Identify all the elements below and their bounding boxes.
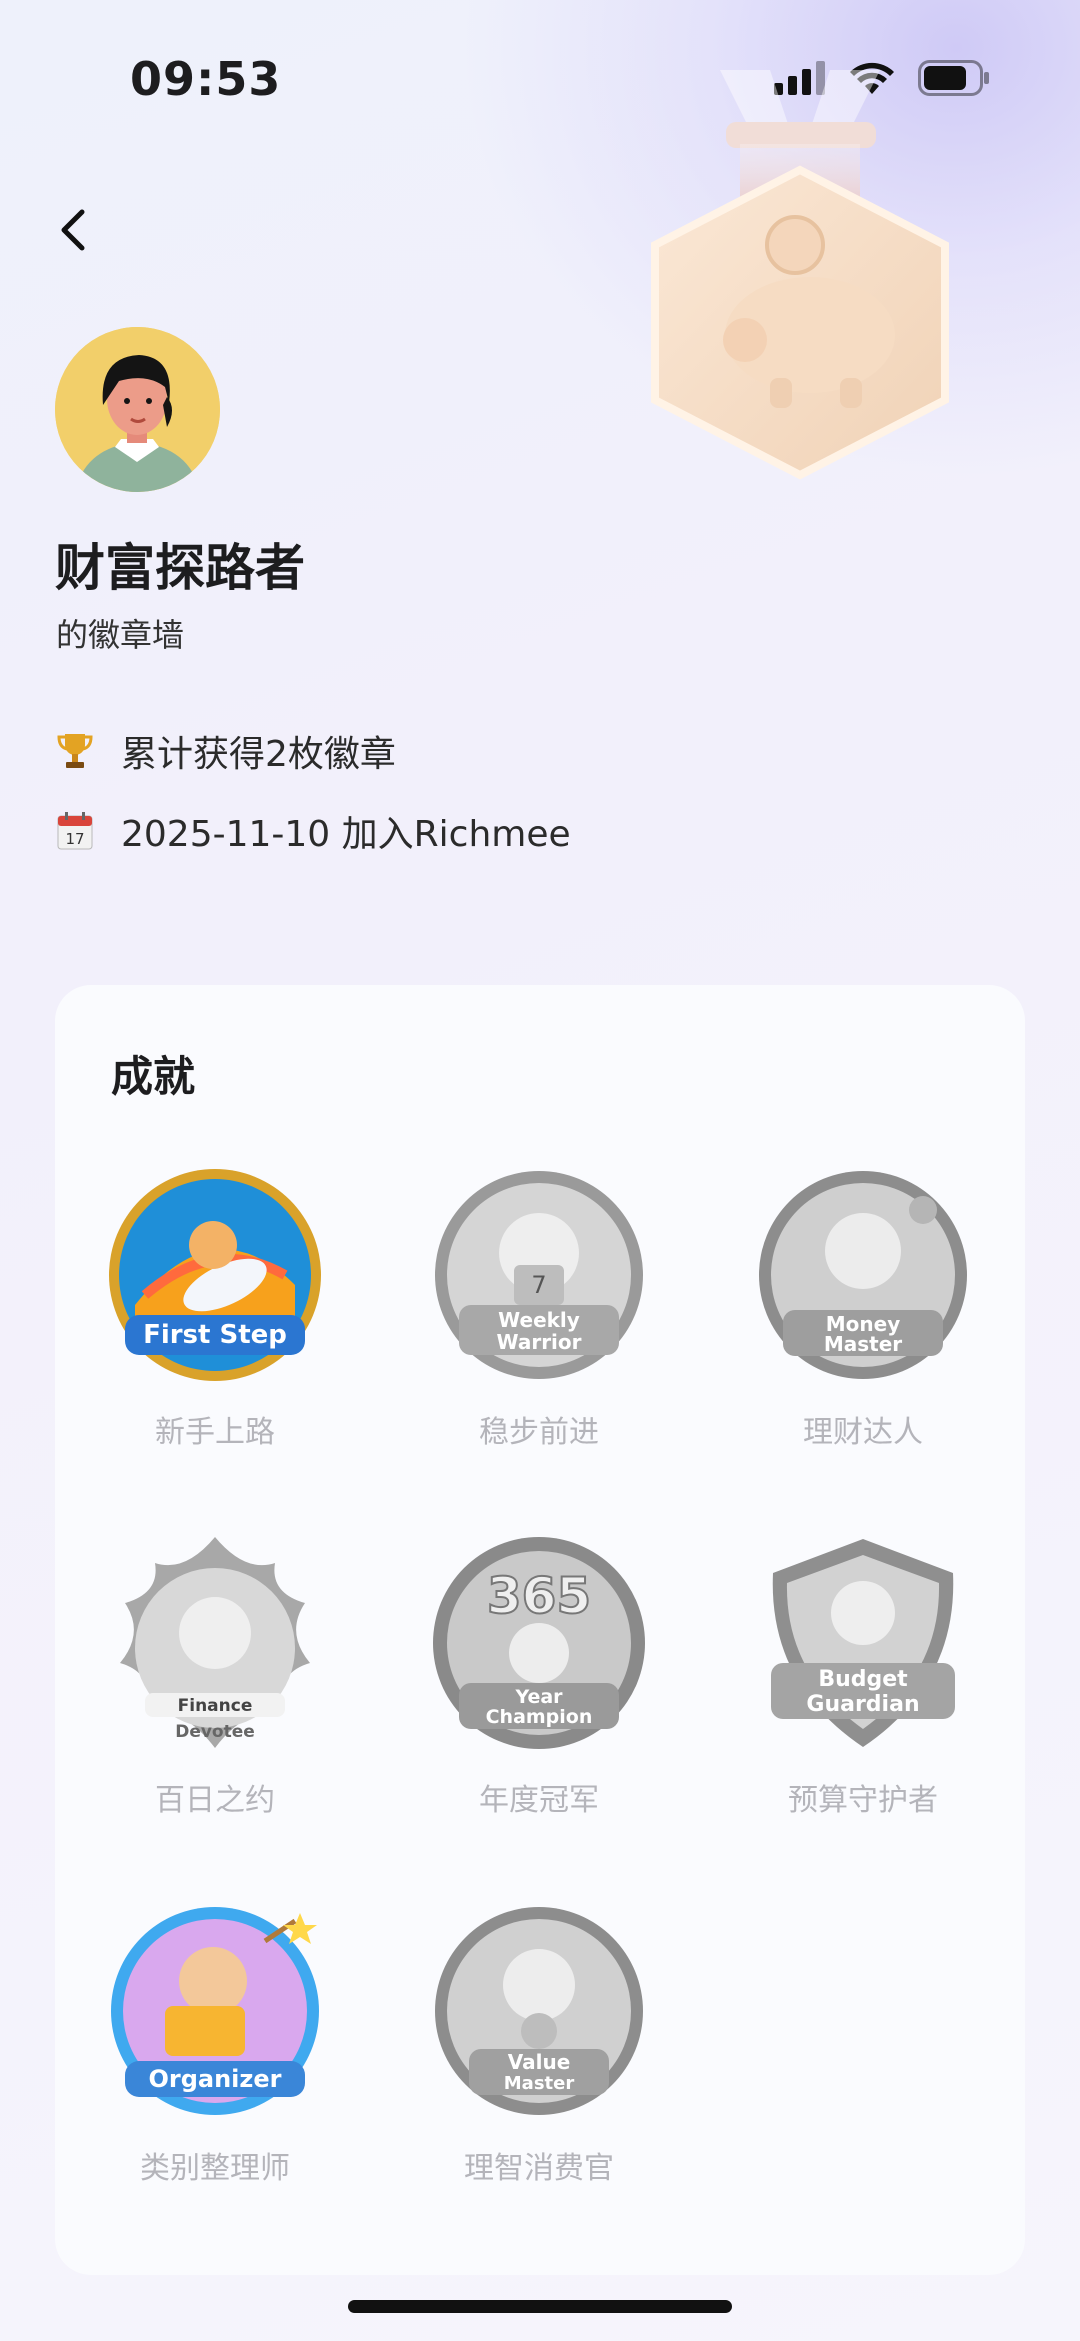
badge-finance-devotee[interactable]: Finance Devotee 百日之约 — [95, 1533, 335, 1819]
badge-weekly-warrior-image: 7 Weekly Warrior — [429, 1165, 649, 1385]
badge-finance-devotee-image: Finance Devotee — [105, 1533, 325, 1753]
svg-text:7: 7 — [531, 1271, 546, 1299]
badge-year-champion-image: 365 Year Champion — [429, 1533, 649, 1753]
badge-count-row: 累计获得2枚徽章 — [55, 725, 396, 777]
badge-money-master-image: Money Master — [753, 1165, 973, 1385]
badge-first-step-image: First Step — [105, 1165, 325, 1385]
svg-text:Champion: Champion — [486, 1706, 593, 1728]
badge-organizer[interactable]: Organizer 类别整理师 — [95, 1901, 335, 2187]
back-button[interactable] — [48, 200, 108, 260]
badge-wall-subtitle: 的徽章墙 — [56, 616, 185, 654]
badge-count-text: 累计获得2枚徽章 — [121, 734, 396, 775]
user-name: 财富探路者 — [55, 539, 305, 597]
join-date-text: 2025-11-10 加入Richmee — [121, 814, 571, 855]
badge-label: 理智消费官 — [464, 2151, 614, 2186]
home-indicator[interactable] — [348, 2300, 732, 2313]
badge-weekly-warrior[interactable]: 7 Weekly Warrior 稳步前进 — [419, 1165, 659, 1451]
calendar-icon: 17 — [55, 811, 95, 851]
svg-text:Value: Value — [508, 2050, 571, 2074]
status-time: 09:53 — [130, 52, 282, 106]
badge-label: 年度冠军 — [479, 1783, 599, 1818]
svg-text:17: 17 — [65, 830, 84, 848]
badge-label: 百日之约 — [155, 1783, 275, 1818]
badge-year-champion[interactable]: 365 Year Champion 年度冠军 — [419, 1533, 659, 1819]
badge-value-master[interactable]: Value Master 理智消费官 — [419, 1901, 659, 2187]
badge-budget-guardian[interactable]: Budget Guardian 预算守护者 — [743, 1533, 983, 1819]
badge-label: 类别整理师 — [140, 2151, 290, 2186]
badge-money-master[interactable]: Money Master 理财达人 — [743, 1165, 983, 1451]
badge-first-step[interactable]: First Step 新手上路 — [95, 1165, 335, 1451]
svg-text:Devotee: Devotee — [175, 1722, 255, 1742]
join-date-row: 17 2025-11-10 加入Richmee — [55, 805, 571, 857]
badge-budget-guardian-image: Budget Guardian — [753, 1533, 973, 1753]
badge-label: 稳步前进 — [479, 1415, 599, 1450]
svg-text:Weekly: Weekly — [498, 1308, 580, 1332]
svg-text:Organizer: Organizer — [148, 2065, 281, 2093]
chevron-left-icon — [61, 209, 85, 251]
badge-organizer-image: Organizer — [105, 1901, 325, 2121]
svg-text:365: 365 — [487, 1567, 591, 1625]
piggy-bank-medal-illustration — [640, 70, 960, 490]
badge-value-master-image: Value Master — [429, 1901, 649, 2121]
svg-text:Warrior: Warrior — [496, 1330, 581, 1354]
badge-label: 新手上路 — [155, 1415, 275, 1450]
avatar — [55, 327, 220, 492]
svg-text:Finance: Finance — [178, 1696, 253, 1716]
svg-text:Guardian: Guardian — [806, 1692, 919, 1717]
achievements-title: 成就 — [111, 1052, 196, 1101]
achievements-card: 成就 First Step 新手上路 7 Weekly Warrior 稳步前进… — [55, 985, 1025, 2275]
trophy-icon — [55, 731, 95, 771]
svg-text:First Step: First Step — [143, 1320, 287, 1350]
svg-text:Budget: Budget — [818, 1667, 908, 1692]
badge-label: 预算守护者 — [788, 1783, 938, 1818]
svg-text:Master: Master — [504, 2073, 575, 2094]
svg-text:Master: Master — [824, 1332, 902, 1356]
badge-label: 理财达人 — [803, 1415, 923, 1450]
svg-text:Year: Year — [514, 1686, 563, 1708]
